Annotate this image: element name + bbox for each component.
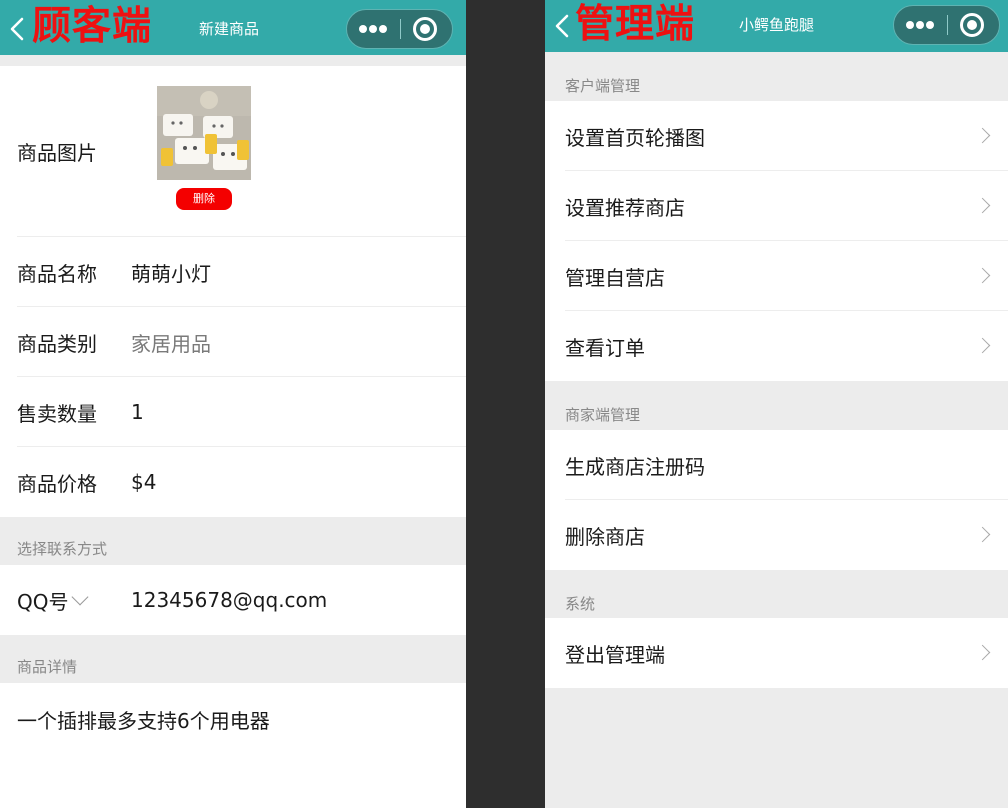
chevron-right-icon bbox=[974, 337, 991, 354]
sale-quantity-input[interactable]: 1 bbox=[131, 400, 144, 424]
customer-screen: 顾客端 新建商品 商品图片 删除 商品名称 萌萌小灯 商品类别 家居用品 售卖数… bbox=[0, 0, 466, 808]
capsule-divider bbox=[947, 15, 948, 35]
customer-role-label: 顾客端 bbox=[32, 4, 153, 49]
product-name-input[interactable]: 萌萌小灯 bbox=[131, 258, 211, 287]
menu-item-label: 删除商店 bbox=[565, 524, 645, 549]
close-miniprogram-icon[interactable] bbox=[413, 17, 437, 41]
product-detail-textarea[interactable]: 一个插排最多支持6个用电器 bbox=[0, 683, 466, 807]
admin-navbar: 管理端 小鳄鱼跑腿 bbox=[545, 0, 1008, 52]
contact-type-select[interactable]: QQ号 bbox=[17, 586, 131, 615]
group-header-merchant: 商家端管理 bbox=[545, 381, 1008, 430]
product-image-block: 删除 bbox=[157, 86, 251, 210]
product-image-label: 商品图片 bbox=[17, 141, 97, 165]
close-miniprogram-icon[interactable] bbox=[960, 13, 984, 37]
chevron-right-icon bbox=[974, 644, 991, 661]
menu-item-view-orders[interactable]: 查看订单 bbox=[545, 311, 1008, 381]
product-price-row[interactable]: 商品价格 $4 bbox=[0, 447, 466, 517]
chevron-right-icon bbox=[974, 127, 991, 144]
menu-item-label: 查看订单 bbox=[565, 335, 645, 360]
menu-item-delete-store[interactable]: 删除商店 bbox=[545, 500, 1008, 570]
contact-type-label: QQ号 bbox=[17, 589, 69, 614]
chevron-down-icon bbox=[71, 588, 89, 606]
back-arrow-icon[interactable] bbox=[9, 17, 25, 41]
contact-section-header: 选择联系方式 bbox=[0, 517, 466, 565]
menu-item-label: 生成商店注册码 bbox=[565, 454, 705, 479]
power-strip-photo bbox=[157, 86, 251, 180]
menu-item-label: 设置首页轮播图 bbox=[565, 125, 705, 150]
delete-image-button[interactable]: 删除 bbox=[176, 188, 232, 210]
product-detail-text: 一个插排最多支持6个用电器 bbox=[17, 709, 270, 733]
product-thumbnail[interactable] bbox=[157, 86, 251, 180]
contact-value-input[interactable]: 12345678@qq.com bbox=[131, 588, 327, 612]
group-header-customer: 客户端管理 bbox=[545, 52, 1008, 101]
product-name-row[interactable]: 商品名称 萌萌小灯 bbox=[0, 237, 466, 307]
contact-row: QQ号 12345678@qq.com bbox=[0, 565, 466, 635]
chevron-right-icon bbox=[974, 526, 991, 543]
product-name-label: 商品名称 bbox=[17, 261, 97, 286]
chevron-right-icon bbox=[974, 267, 991, 284]
product-category-input[interactable]: 家居用品 bbox=[131, 328, 211, 357]
top-spacer bbox=[0, 55, 466, 66]
group-header-system: 系统 bbox=[545, 570, 1008, 618]
menu-item-set-recommended[interactable]: 设置推荐商店 bbox=[545, 171, 1008, 241]
menu-item-manage-own-store[interactable]: 管理自营店 bbox=[545, 241, 1008, 311]
more-icon[interactable] bbox=[347, 10, 400, 48]
product-category-row[interactable]: 商品类别 家居用品 bbox=[0, 307, 466, 377]
product-image-row: 商品图片 删除 bbox=[0, 66, 466, 237]
menu-item-generate-code[interactable]: 生成商店注册码 bbox=[545, 430, 1008, 500]
contact-type-cell: QQ号 bbox=[0, 586, 131, 615]
sale-quantity-row[interactable]: 售卖数量 1 bbox=[0, 377, 466, 447]
app-title: 小鳄鱼跑腿 bbox=[739, 16, 815, 34]
back-arrow-icon[interactable] bbox=[554, 14, 570, 38]
menu-item-logout[interactable]: 登出管理端 bbox=[545, 618, 1008, 688]
chevron-right-icon bbox=[974, 197, 991, 214]
admin-role-label: 管理端 bbox=[575, 2, 696, 47]
product-price-input[interactable]: $4 bbox=[131, 470, 156, 494]
product-price-label: 商品价格 bbox=[17, 471, 97, 496]
miniprogram-capsule bbox=[893, 5, 1000, 45]
product-category-label: 商品类别 bbox=[17, 331, 97, 356]
menu-item-label: 登出管理端 bbox=[565, 642, 665, 667]
menu-item-set-banner[interactable]: 设置首页轮播图 bbox=[545, 101, 1008, 171]
miniprogram-capsule bbox=[346, 9, 453, 49]
page-title: 新建商品 bbox=[199, 20, 260, 38]
sale-quantity-label: 售卖数量 bbox=[17, 401, 97, 426]
admin-screen: 管理端 小鳄鱼跑腿 客户端管理 设置首页轮播图 设置推荐商店 管理自营店 查看订… bbox=[545, 0, 1008, 808]
capsule-divider bbox=[400, 19, 401, 39]
menu-item-label: 管理自营店 bbox=[565, 265, 665, 290]
detail-section-header: 商品详情 bbox=[0, 635, 466, 683]
more-icon[interactable] bbox=[894, 6, 947, 44]
customer-navbar: 顾客端 新建商品 bbox=[0, 0, 466, 55]
menu-item-label: 设置推荐商店 bbox=[565, 195, 685, 220]
